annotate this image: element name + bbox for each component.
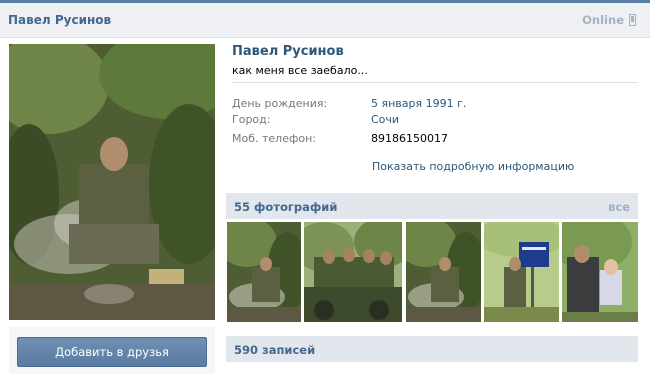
photo-thumbnail[interactable] (304, 222, 402, 322)
phone-value: 89186150017 (371, 132, 448, 145)
city-value[interactable]: Сочи (371, 113, 399, 126)
birthday-value[interactable]: 5 января 1991 г. (371, 97, 466, 110)
profile-name: Павел Русинов (232, 44, 344, 59)
birthday-label: День рождения: (232, 97, 328, 110)
city-label: Город: (232, 113, 271, 126)
photo-thumbnail[interactable] (562, 222, 638, 322)
photos-count[interactable]: 55 фотографий (234, 200, 337, 214)
photo-thumbnail[interactable] (227, 222, 301, 322)
photo-thumbnail[interactable] (484, 222, 559, 322)
header-name[interactable]: Павел Русинов (8, 13, 111, 27)
photos-section-header[interactable]: 55 фотографий все (226, 193, 638, 219)
add-friend-button[interactable]: Добавить в друзья (17, 337, 207, 367)
info-divider (232, 82, 638, 83)
photos-all-link[interactable]: все (608, 200, 630, 214)
top-bar: Павел Русинов Online (0, 0, 650, 38)
online-status: Online (582, 13, 624, 27)
posts-count[interactable]: 590 записей (234, 343, 315, 357)
photo-thumbnail[interactable] (406, 222, 481, 322)
show-more-info-link[interactable]: Показать подробную информацию (372, 160, 574, 173)
profile-status: как меня все заебало... (232, 64, 368, 77)
posts-section-header[interactable]: 590 записей (226, 336, 638, 362)
profile-avatar[interactable] (9, 44, 215, 320)
mobile-phone-icon (629, 14, 636, 26)
phone-label: Моб. телефон: (232, 132, 317, 145)
add-friend-panel: Добавить в друзья (9, 327, 215, 374)
